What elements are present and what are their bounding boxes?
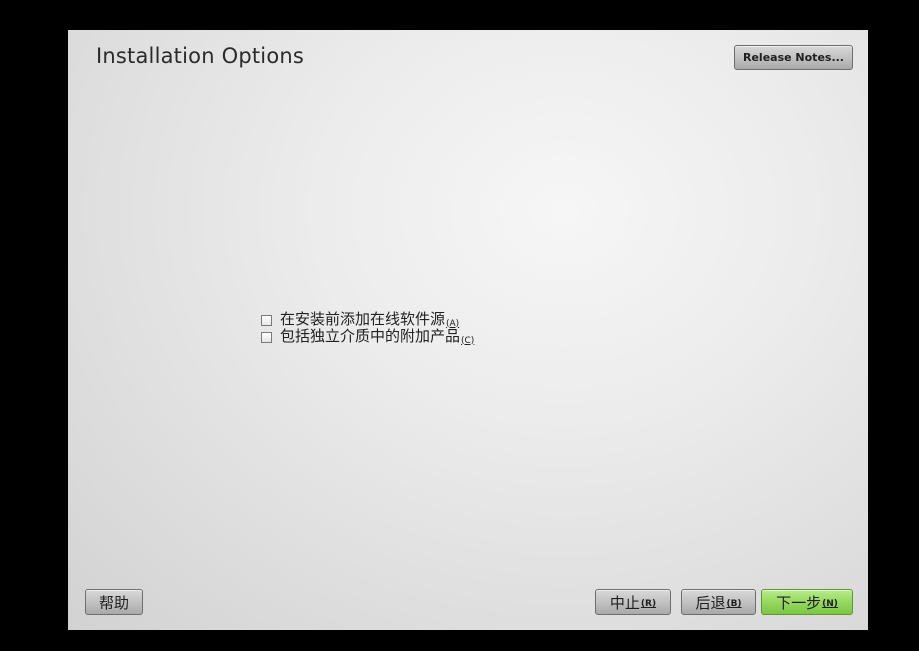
option-include-addon-products[interactable]: 包括独立介质中的附加产品(C) [261, 328, 474, 347]
installation-options-list: 在安装前添加在线软件源(A) 包括独立介质中的附加产品(C) [261, 311, 474, 347]
page-title: Installation Options [96, 44, 305, 68]
add-online-repos-checkbox[interactable] [261, 314, 272, 326]
next-button-label: 下一步 [776, 593, 822, 612]
include-addon-products-label[interactable]: 包括独立介质中的附加产品(C) [280, 328, 474, 347]
abort-button-label: 中止 [609, 593, 640, 612]
abort-button-hotkey: (R) [640, 599, 657, 609]
include-addon-products-checkbox[interactable] [261, 331, 272, 343]
installer-window: Installation Options Release Notes... 在安… [68, 30, 868, 630]
next-button[interactable]: 下一步 (N) [761, 589, 853, 615]
back-button-label: 后退 [695, 593, 726, 612]
next-button-hotkey: (N) [822, 599, 838, 609]
include-addon-products-hotkey: (C) [461, 335, 475, 346]
abort-button[interactable]: 中止 (R) [595, 589, 671, 615]
back-button-hotkey: (B) [726, 599, 742, 609]
add-online-repos-hotkey: (A) [446, 318, 460, 329]
help-button[interactable]: 帮助 [85, 589, 143, 615]
release-notes-button[interactable]: Release Notes... [734, 45, 853, 70]
back-button[interactable]: 后退 (B) [681, 589, 756, 615]
